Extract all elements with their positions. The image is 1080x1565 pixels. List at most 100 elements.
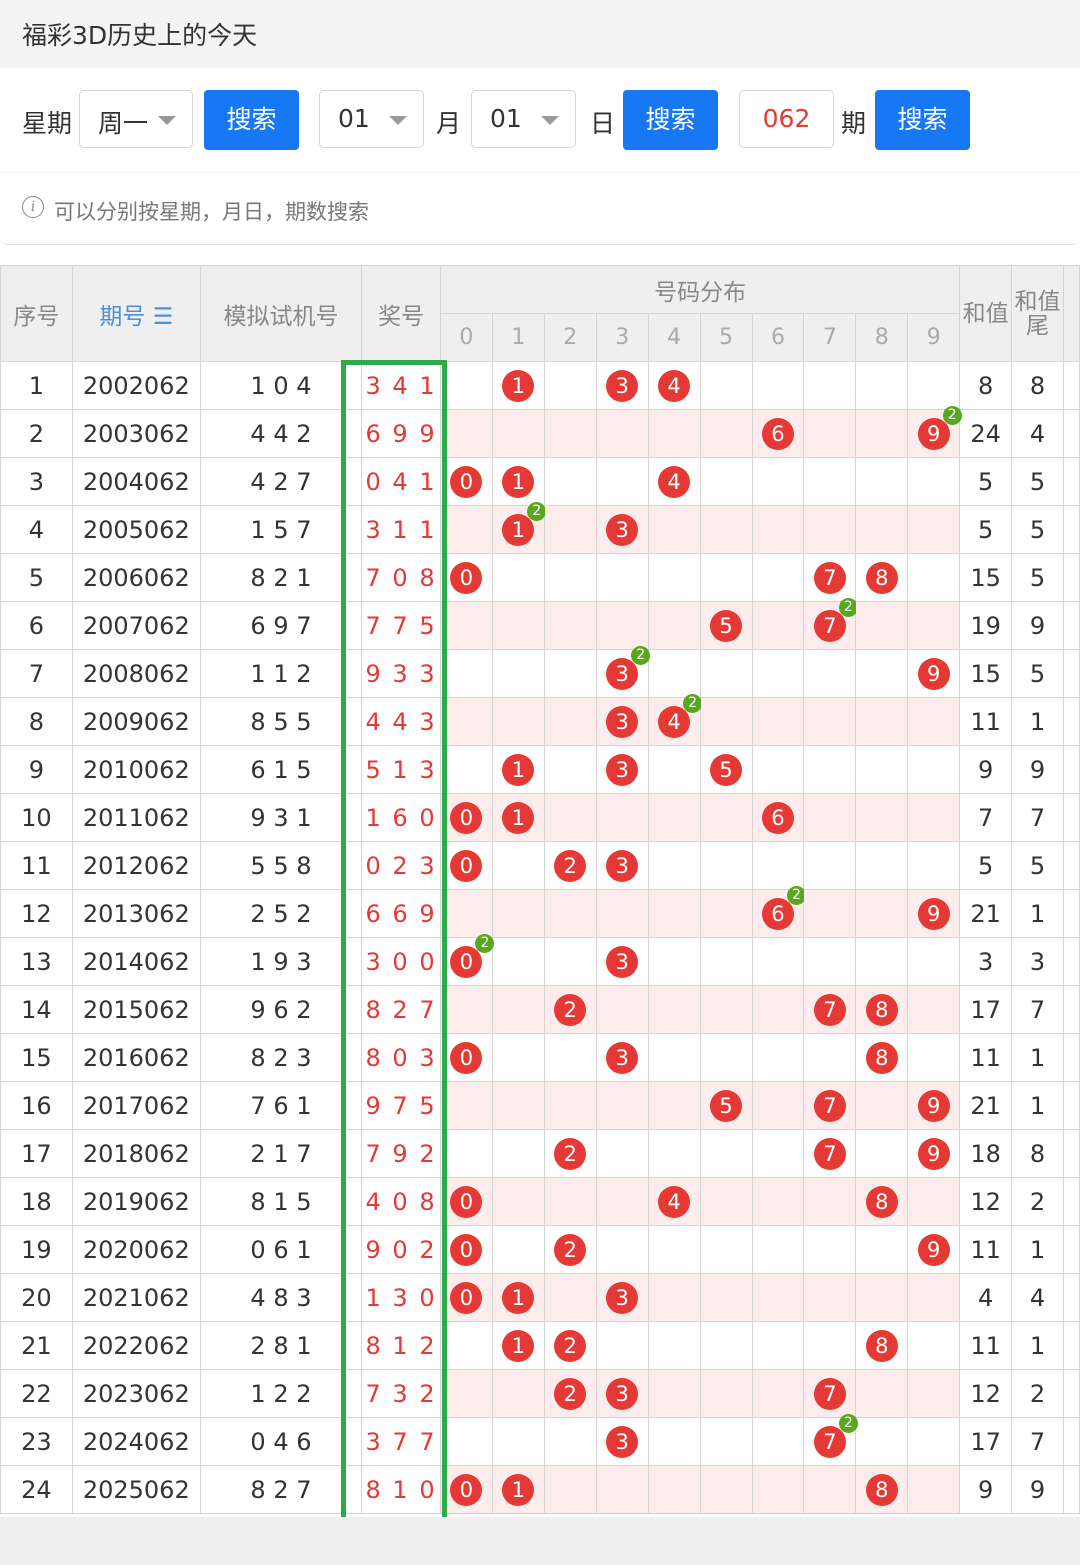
overflow-cell [1062, 553, 1080, 602]
row-index: 11 [0, 841, 73, 890]
row-sim-number: 6 9 7 [199, 601, 363, 650]
row-sum: 11 [959, 1321, 1013, 1370]
row-sum-tail: 9 [1011, 601, 1064, 650]
dist-cell [595, 1129, 649, 1178]
overflow-cell [1062, 505, 1080, 554]
overflow-cell [1062, 1417, 1080, 1466]
overflow-cell [1062, 793, 1080, 842]
row-sim-number: 8 1 5 [199, 1177, 363, 1226]
row-sum: 8 [959, 361, 1013, 410]
dist-cell [803, 793, 857, 842]
row-sim-number: 4 4 2 [199, 409, 363, 458]
dist-cell [803, 1177, 857, 1226]
dist-cell [439, 1369, 493, 1418]
dist-cell [439, 889, 493, 938]
row-sum: 21 [959, 1081, 1013, 1130]
dist-cell [595, 1225, 649, 1274]
date-search-button[interactable]: 搜索 [623, 90, 718, 150]
row-sim-number: 6 1 5 [199, 745, 363, 794]
dist-cell: 1 [491, 793, 545, 842]
dist-cell: 9 [907, 889, 961, 938]
number-ball: 9 [917, 1137, 950, 1170]
dist-cell: 7 [803, 553, 857, 602]
overflow-cell [1062, 697, 1080, 746]
sort-icon[interactable]: ☰ [153, 304, 174, 330]
number-ball: 3 [606, 513, 639, 546]
dist-cell: 3 [595, 361, 649, 410]
dist-cell [595, 457, 649, 506]
row-sum-tail: 7 [1011, 793, 1064, 842]
row-sum-tail: 1 [1011, 889, 1064, 938]
row-period: 2015062 [71, 985, 201, 1034]
dist-cell [855, 697, 909, 746]
dist-cell [647, 889, 701, 938]
week-search-button[interactable]: 搜索 [204, 90, 299, 150]
dist-cell [699, 793, 753, 842]
week-select[interactable]: 周一 [79, 90, 193, 148]
number-ball: 0 [450, 1041, 483, 1074]
dist-cell [803, 505, 857, 554]
row-sim-number: 8 2 3 [199, 1033, 363, 1082]
row-sum: 5 [959, 457, 1013, 506]
row-period: 2005062 [71, 505, 201, 554]
dist-cell [699, 1465, 753, 1514]
row-sim-number: 2 8 1 [199, 1321, 363, 1370]
row-prize-number: 0 2 3 [361, 841, 441, 890]
dist-cell: 3 [595, 1417, 649, 1466]
row-index: 6 [0, 601, 73, 650]
row-sim-number: 8 5 5 [199, 697, 363, 746]
dist-cell [751, 361, 805, 410]
dist-cell [907, 505, 961, 554]
overflow-cell [1062, 985, 1080, 1034]
dist-cell [855, 1273, 909, 1322]
dist-cell [907, 1033, 961, 1082]
dist-cell [491, 409, 545, 458]
dist-cell [491, 889, 545, 938]
col-header-period[interactable]: 期号 ☰ [71, 265, 201, 362]
dist-cell: 9 [907, 1129, 961, 1178]
row-sum: 9 [959, 745, 1013, 794]
col-header-prize: 奖号 [361, 265, 441, 362]
dist-cell [907, 745, 961, 794]
digit-header-1: 1 [491, 313, 545, 362]
dist-cell [491, 841, 545, 890]
number-ball: 1 [502, 369, 535, 402]
dist-cell [699, 361, 753, 410]
dist-cell [647, 793, 701, 842]
dist-cell [751, 601, 805, 650]
row-sum-tail: 9 [1011, 1465, 1064, 1514]
dist-cell [751, 1033, 805, 1082]
number-ball: 0 [450, 849, 483, 882]
dist-cell [803, 649, 857, 698]
row-prize-number: 1 3 0 [361, 1273, 441, 1322]
dist-cell [855, 841, 909, 890]
number-ball: 6 [761, 801, 794, 834]
number-ball: 3 [606, 705, 639, 738]
row-period: 2007062 [71, 601, 201, 650]
table-row: 16 2017062 7 6 19 7 5 5 7 9 21 1 [0, 1081, 1080, 1130]
dist-cell [699, 889, 753, 938]
row-sum-tail: 7 [1011, 985, 1064, 1034]
dist-cell [855, 1129, 909, 1178]
row-sum-tail: 2 [1011, 1177, 1064, 1226]
dist-cell [439, 985, 493, 1034]
hint-text: 可以分别按星期，月日，期数搜索 [54, 200, 369, 224]
dist-cell: 2 [543, 1225, 597, 1274]
dist-cell [699, 1177, 753, 1226]
row-index: 13 [0, 937, 73, 986]
table-row: 24 2025062 8 2 78 1 0 01 8 99 [0, 1465, 1080, 1514]
overflow-cell [1062, 649, 1080, 698]
number-ball: 0 [450, 561, 483, 594]
row-prize-number: 7 7 5 [361, 601, 441, 650]
period-input[interactable]: 062 [739, 90, 834, 148]
dist-cell [751, 1321, 805, 1370]
row-index: 9 [0, 745, 73, 794]
dist-cell [699, 1033, 753, 1082]
number-ball: 3 [606, 369, 639, 402]
period-search-button[interactable]: 搜索 [875, 90, 970, 150]
dist-cell [439, 697, 493, 746]
month-select[interactable]: 01 [319, 90, 424, 148]
row-sum: 24 [959, 409, 1013, 458]
day-select[interactable]: 01 [471, 90, 576, 148]
dist-cell [543, 889, 597, 938]
